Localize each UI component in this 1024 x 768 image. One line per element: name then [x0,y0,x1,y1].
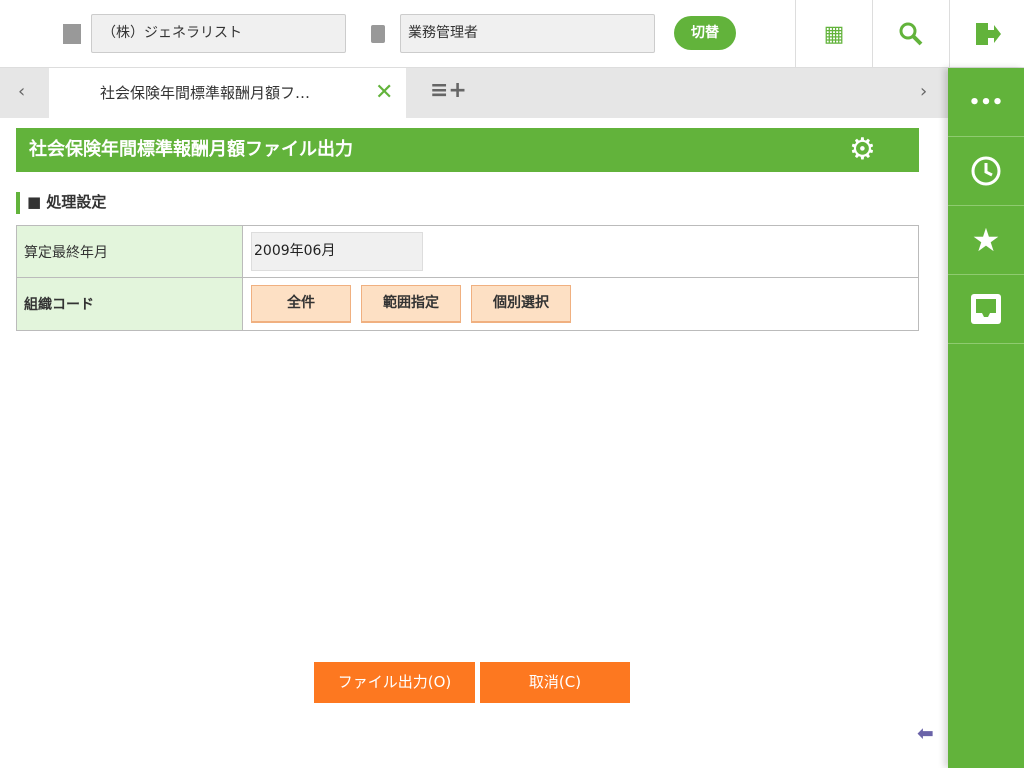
tab-prev-icon[interactable]: ‹ [18,81,25,102]
tab-next-icon[interactable]: › [920,81,927,102]
role-field[interactable]: 業務管理者 [400,14,655,53]
inbox-button[interactable] [948,275,1024,344]
settings-table: 算定最終年月 2009年06月 組織コード 全件 範囲指定 個別選択 [16,225,919,331]
search-button[interactable] [872,0,949,68]
more-icon: ••• [968,91,1004,113]
row-label: 組織コード [16,277,243,331]
close-icon[interactable]: ✕ [375,68,393,118]
logout-button[interactable] [949,0,1024,68]
section-heading: ■ 処理設定 [16,192,106,214]
more-button[interactable]: ••• [948,68,1024,137]
tab-active[interactable]: 社会保険年間標準報酬月額フ… ✕ [49,68,406,118]
inbox-icon [971,294,1001,324]
header: （株）ジェネラリスト 業務管理者 切替 ▦ [0,0,1024,68]
right-sidebar: ••• ★ [948,68,1024,768]
page-title-text: 社会保険年間標準報酬月額ファイル出力 [29,139,353,160]
tab-label: 社会保険年間標準報酬月額フ… [100,84,311,102]
section-title: 処理設定 [46,193,107,211]
history-button[interactable] [948,137,1024,206]
gear-icon[interactable]: ⚙ [849,128,876,172]
search-icon [899,22,923,46]
grid-icon: ▦ [823,21,845,47]
star-icon: ★ [971,221,1001,259]
company-icon [63,24,81,44]
table-row: 算定最終年月 2009年06月 [16,225,919,278]
month-field[interactable]: 2009年06月 [251,232,423,271]
cancel-button[interactable]: 取消(C) [480,662,630,703]
clipboard-icon [371,25,385,43]
range-button[interactable]: 範囲指定 [361,285,461,323]
apps-button[interactable]: ▦ [795,0,872,68]
add-tab-icon[interactable]: ≡+ [430,78,467,103]
favorite-button[interactable]: ★ [948,206,1024,275]
all-button[interactable]: 全件 [251,285,351,323]
individual-button[interactable]: 個別選択 [471,285,571,323]
company-field[interactable]: （株）ジェネラリスト [91,14,346,53]
page-title: 社会保険年間標準報酬月額ファイル出力 ⚙ [16,128,919,172]
switch-button[interactable]: 切替 [674,16,736,50]
table-row: 組織コード 全件 範囲指定 個別選択 [16,277,919,331]
logout-icon [976,23,1001,45]
file-output-button[interactable]: ファイル出力(O) [314,662,475,703]
history-icon [971,156,1001,186]
row-label: 算定最終年月 [16,225,243,278]
collapse-arrow-icon[interactable]: ⬅ [917,721,934,745]
tab-bar: ‹ 社会保険年間標準報酬月額フ… ✕ ≡+ › [0,68,948,118]
